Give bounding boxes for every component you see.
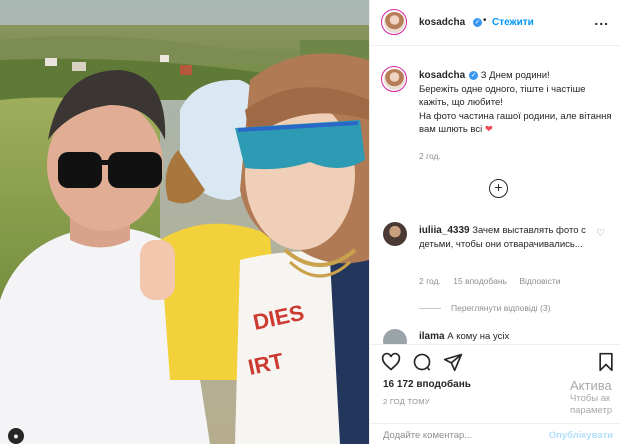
replies-divider [419, 308, 441, 310]
comment-text: iuliia_4339 Зачем выставлять фото с деть… [419, 224, 601, 252]
comment-input[interactable]: Додайте коментар... [383, 430, 472, 441]
person-icon[interactable]: ● [8, 428, 24, 444]
view-replies-label: Переглянути відповіді (3) [451, 303, 551, 313]
separator-dot: • [483, 15, 487, 26]
comment-body: А кому на усіх [447, 331, 510, 342]
caption-username[interactable]: kosadcha [419, 70, 465, 81]
red-heart-icon: ❤ [484, 124, 493, 135]
post-comment-button[interactable]: Опублікувати [549, 430, 613, 441]
more-icon[interactable]: ... [594, 12, 609, 28]
caption-line-3: На фото частина гашої родини, але вітанн… [419, 110, 612, 136]
activation-watermark: Актива Чтобы ак параметр [570, 378, 612, 417]
likes-count[interactable]: 16 172 вподобань [383, 379, 471, 390]
commenter-username[interactable]: ilama [419, 331, 445, 342]
add-circle-icon[interactable]: + [489, 179, 508, 198]
follow-button[interactable]: Стежити [492, 17, 534, 28]
view-replies-button[interactable]: Переглянути відповіді (3) [419, 303, 550, 313]
caption-line-2: Бережіть одне одного, тіште і частіше ка… [419, 83, 586, 109]
comment-time[interactable]: 2 год. [419, 276, 441, 286]
author-avatar[interactable] [381, 9, 407, 35]
watermark-line-1: Чтобы ак [570, 393, 611, 404]
posted-time[interactable]: 2 ГОД ТОМУ [383, 397, 430, 406]
post-header: kosadcha ✓ • Стежити ... [370, 0, 620, 46]
commenter-username[interactable]: iuliia_4339 [419, 225, 470, 236]
reply-button[interactable]: Відповісти [519, 276, 560, 286]
caption-time[interactable]: 2 год. [419, 151, 441, 161]
family-photo-image: DIES IRT [0, 0, 369, 444]
caption-line-1: З Днем родини! [480, 70, 550, 81]
caption-avatar[interactable] [381, 66, 407, 92]
add-comment-bar: Додайте коментар... Опублікувати [370, 423, 620, 444]
comment-icon[interactable] [412, 352, 432, 372]
comment-heart-icon[interactable]: ♡ [596, 228, 605, 239]
share-icon[interactable] [443, 352, 463, 372]
post-photo[interactable]: DIES IRT ● [0, 0, 369, 444]
caption-text: kosadcha ✓ З Днем родини! Бережіть одне о… [419, 69, 615, 137]
bookmark-icon[interactable] [596, 352, 616, 372]
verified-icon: ✓ [469, 70, 479, 80]
comment-meta: 2 год. 15 вподобань Відповісти [419, 276, 570, 286]
watermark-line-2: параметр [570, 405, 613, 416]
watermark-title: Актива [570, 378, 612, 393]
comment-likes[interactable]: 15 вподобань [453, 276, 507, 286]
heart-icon[interactable] [381, 352, 401, 372]
verified-icon: ✓ [473, 18, 482, 27]
commenter-avatar[interactable] [383, 222, 407, 246]
author-username[interactable]: kosadcha [419, 17, 465, 28]
